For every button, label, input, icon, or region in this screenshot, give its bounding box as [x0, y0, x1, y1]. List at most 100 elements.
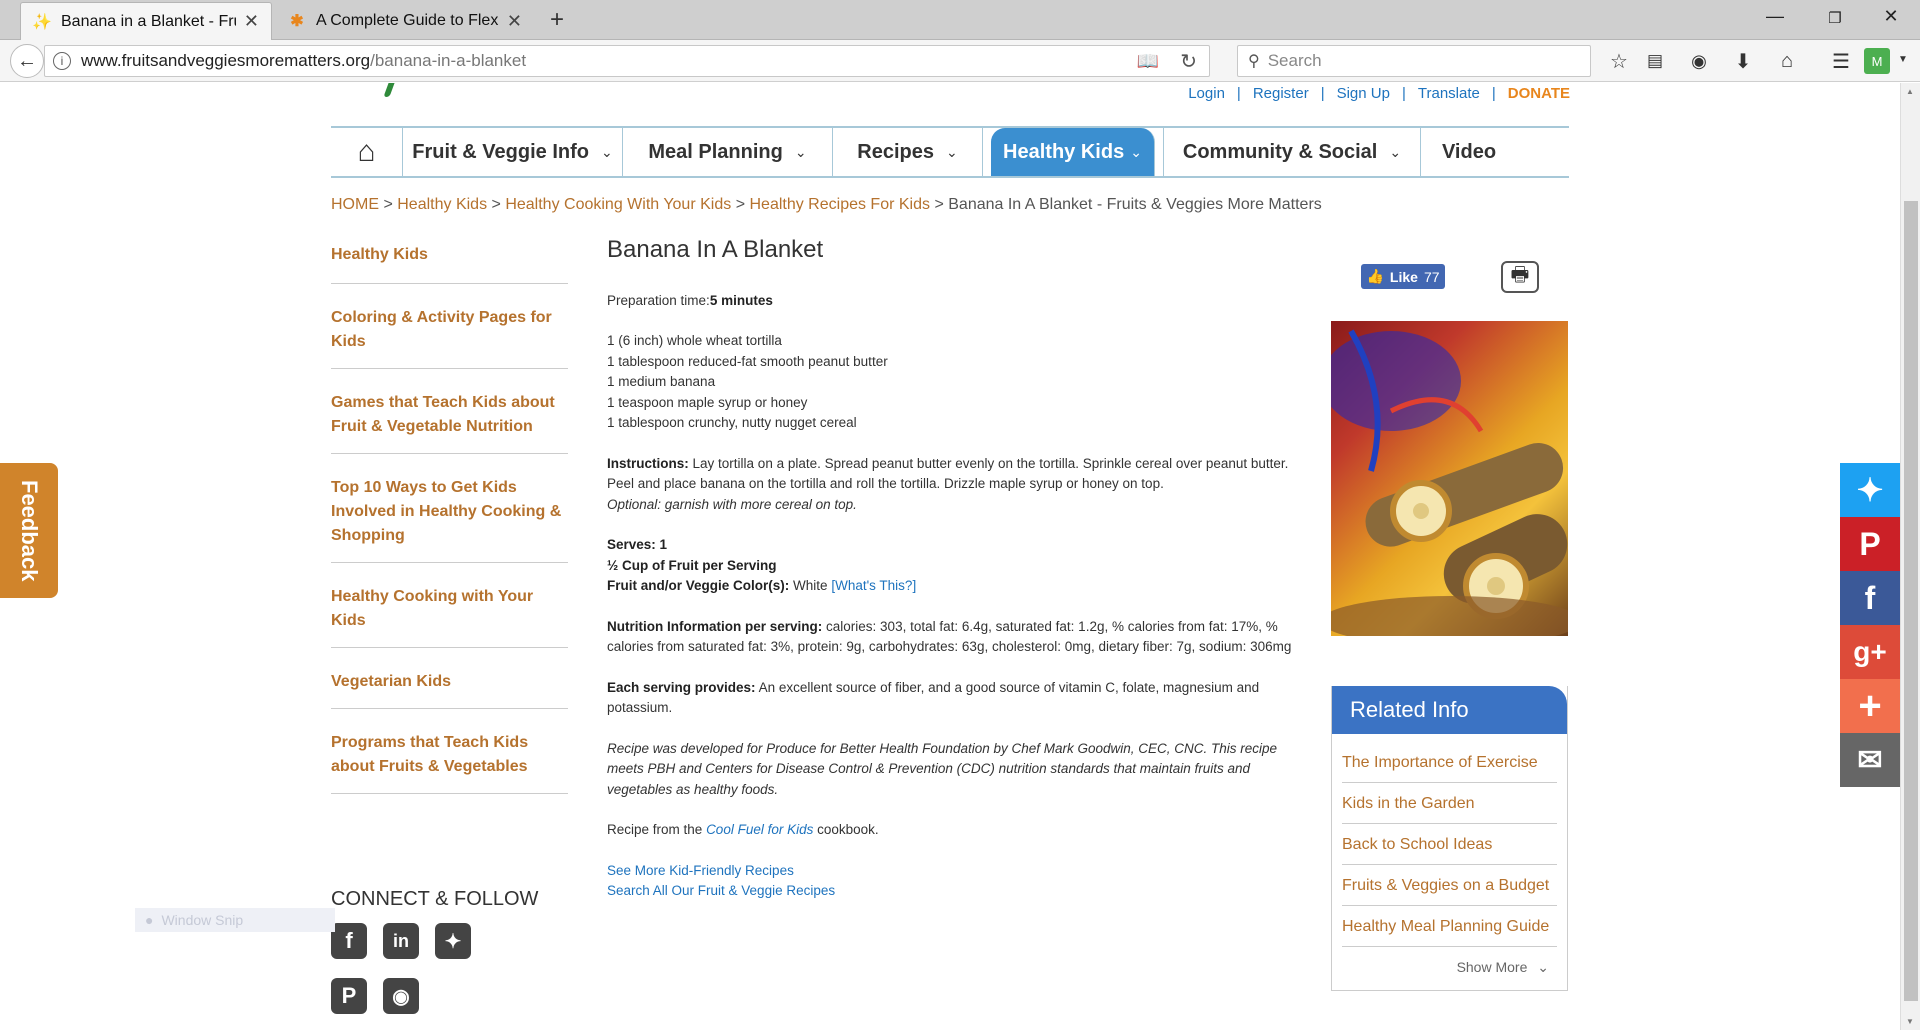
- scroll-down-icon[interactable]: ▼: [1906, 1017, 1914, 1026]
- window-snip-overlay: ● Window Snip: [135, 908, 335, 932]
- related-info-panel: Related Info The Importance of Exercise …: [1331, 686, 1568, 991]
- nav-healthy-kids[interactable]: Healthy Kids ⌄: [991, 128, 1155, 176]
- pinterest-icon[interactable]: P: [331, 978, 367, 1014]
- nav-fruit-veggie-info[interactable]: Fruit & Veggie Info ⌄: [403, 128, 623, 176]
- nav-label: Fruit & Veggie Info: [412, 140, 589, 163]
- nav-label: Video: [1441, 140, 1497, 163]
- tab-flexbox[interactable]: ✱ A Complete Guide to Flexbox | CSS-Tric…: [276, 2, 534, 40]
- back-icon[interactable]: ←: [10, 44, 44, 78]
- sidebar-item-programs[interactable]: Programs that Teach Kids about Fruits & …: [331, 731, 568, 794]
- web-page: Login | Register | Sign Up | Translate | DON…: [0, 83, 1900, 1030]
- share-facebook-icon[interactable]: f: [1840, 571, 1900, 625]
- reader-view-icon[interactable]: 📖: [1137, 51, 1159, 72]
- chevron-down-icon: ⌄: [1389, 143, 1402, 160]
- twitter-icon[interactable]: ✦: [435, 923, 471, 959]
- nav-label: Community & Social: [1182, 140, 1378, 163]
- share-twitter-icon[interactable]: ✦: [1840, 463, 1900, 517]
- serving-info: Serves: 1 ½ Cup of Fruit per Serving Fru…: [607, 535, 1292, 597]
- related-item-budget[interactable]: Fruits & Veggies on a Budget: [1342, 865, 1557, 906]
- search-recipes-link[interactable]: Search All Our Fruit & Veggie Recipes: [607, 881, 1292, 902]
- search-input[interactable]: ⚲ Search: [1237, 45, 1591, 77]
- like-label: Like: [1389, 268, 1418, 285]
- nutrition-label: Nutrition Information per serving:: [607, 618, 823, 634]
- home-icon[interactable]: ⌂: [1772, 46, 1802, 76]
- share-more-icon[interactable]: +: [1840, 679, 1900, 733]
- download-icon[interactable]: ⬇: [1728, 46, 1758, 76]
- pocket-icon[interactable]: ◉: [1684, 46, 1714, 76]
- prep-time: Preparation time:5 minutes: [607, 291, 1292, 312]
- related-item-meal-planning[interactable]: Healthy Meal Planning Guide: [1342, 906, 1557, 947]
- page-scrollbar[interactable]: ▲ ▼: [1900, 83, 1920, 1030]
- linkedin-icon[interactable]: in: [383, 923, 419, 959]
- translate-link[interactable]: Translate: [1406, 85, 1492, 105]
- share-google-plus-icon[interactable]: g+: [1840, 625, 1900, 679]
- color-value: White: [793, 578, 828, 593]
- donate-link[interactable]: DONATE: [1496, 85, 1570, 105]
- feedback-tab[interactable]: Feedback: [0, 463, 58, 598]
- breadcrumb-separator: >: [383, 196, 393, 213]
- minimize-icon[interactable]: —: [1760, 6, 1790, 27]
- sidebar-item-vegetarian[interactable]: Vegetarian Kids: [331, 670, 568, 709]
- related-item-garden[interactable]: Kids in the Garden: [1342, 783, 1557, 824]
- scroll-up-icon[interactable]: ▲: [1906, 87, 1914, 96]
- breadcrumb-separator: >: [491, 196, 501, 213]
- facebook-like-button[interactable]: 👍 Like 77: [1361, 264, 1445, 289]
- signup-link[interactable]: Sign Up: [1325, 85, 1402, 105]
- breadcrumb-healthy-kids[interactable]: Healthy Kids: [397, 196, 487, 213]
- breadcrumb-healthy-recipes[interactable]: Healthy Recipes For Kids: [749, 196, 930, 213]
- info-icon[interactable]: i: [53, 52, 71, 70]
- sidebar-item-healthy-cooking[interactable]: Healthy Cooking with Your Kids: [331, 585, 568, 648]
- nav-home-icon[interactable]: ⌂: [331, 128, 403, 176]
- whats-this-link[interactable]: What's This?: [835, 578, 912, 593]
- bookmarks-list-icon[interactable]: ▤: [1640, 46, 1670, 76]
- url-bar[interactable]: i www.fruitsandveggiesmorematters.org/ba…: [44, 45, 1210, 77]
- nav-recipes[interactable]: Recipes ⌄: [833, 128, 983, 176]
- cool-fuel-link[interactable]: Cool Fuel for Kids: [706, 822, 813, 837]
- recipe-photo: [1331, 321, 1568, 636]
- restore-icon[interactable]: ❐: [1820, 9, 1850, 27]
- share-pinterest-icon[interactable]: P: [1840, 517, 1900, 571]
- search-placeholder: Search: [1267, 51, 1322, 70]
- reload-icon[interactable]: ↻: [1180, 49, 1197, 74]
- share-email-icon[interactable]: ✉: [1840, 733, 1900, 787]
- instructions: Instructions: Lay tortilla on a plate. S…: [607, 454, 1292, 516]
- source-prefix: Recipe from the: [607, 822, 703, 837]
- sidebar-item-coloring[interactable]: Coloring & Activity Pages for Kids: [331, 306, 568, 369]
- tab-banana[interactable]: ✨ Banana in a Blanket - Fruits & Veggies…: [20, 2, 272, 40]
- like-count: 77: [1423, 268, 1440, 285]
- breadcrumb-separator: >: [735, 196, 746, 213]
- related-item-back-to-school[interactable]: Back to School Ideas: [1342, 824, 1557, 865]
- instructions-step-1: Lay tortilla on a plate. Spread peanut b…: [692, 455, 1289, 471]
- chevron-down-icon: ⌄: [1537, 959, 1549, 975]
- print-icon[interactable]: 🖶: [1501, 261, 1539, 293]
- breadcrumb-healthy-cooking[interactable]: Healthy Cooking With Your Kids: [505, 196, 731, 213]
- css-tricks-favicon-icon: ✱: [290, 13, 304, 30]
- breadcrumb-home[interactable]: HOME: [331, 196, 379, 213]
- facebook-icon[interactable]: f: [331, 923, 367, 959]
- menu-icon[interactable]: ☰: [1826, 46, 1856, 76]
- sidebar-item-top-10[interactable]: Top 10 Ways to Get Kids Involved in Heal…: [331, 476, 568, 563]
- show-more-button[interactable]: Show More ⌄: [1332, 947, 1567, 990]
- close-tab-icon[interactable]: ✕: [244, 11, 259, 32]
- nav-meal-planning[interactable]: Meal Planning ⌄: [623, 128, 833, 176]
- recipe-title: Banana In A Blanket: [607, 236, 824, 263]
- url-domain: www.fruitsandveggiesmorematters.org: [81, 51, 371, 70]
- nav-community-social[interactable]: Community & Social ⌄: [1163, 128, 1421, 176]
- scrollbar-thumb[interactable]: [1904, 201, 1918, 1001]
- new-tab-icon[interactable]: +: [550, 6, 564, 34]
- sidebar-item-healthy-kids[interactable]: Healthy Kids: [331, 243, 568, 284]
- sidebar-item-games[interactable]: Games that Teach Kids about Fruit & Vege…: [331, 391, 568, 454]
- related-item-exercise[interactable]: The Importance of Exercise: [1342, 734, 1557, 783]
- close-window-icon[interactable]: ✕: [1876, 6, 1906, 27]
- more-recipes-link[interactable]: See More Kid-Friendly Recipes: [607, 861, 1292, 882]
- login-link[interactable]: Login: [1176, 85, 1237, 105]
- register-link[interactable]: Register: [1241, 85, 1321, 105]
- extension-dropdown-icon[interactable]: ▼: [1898, 54, 1908, 65]
- nav-video[interactable]: Video: [1421, 128, 1517, 176]
- instagram-icon[interactable]: ◉: [383, 978, 419, 1014]
- connect-title: CONNECT & FOLLOW: [331, 888, 539, 910]
- ingredient: 1 medium banana: [607, 374, 716, 389]
- close-tab-icon[interactable]: ✕: [507, 11, 522, 32]
- bookmark-star-icon[interactable]: ☆: [1604, 46, 1634, 76]
- extension-icon[interactable]: M: [1864, 48, 1890, 74]
